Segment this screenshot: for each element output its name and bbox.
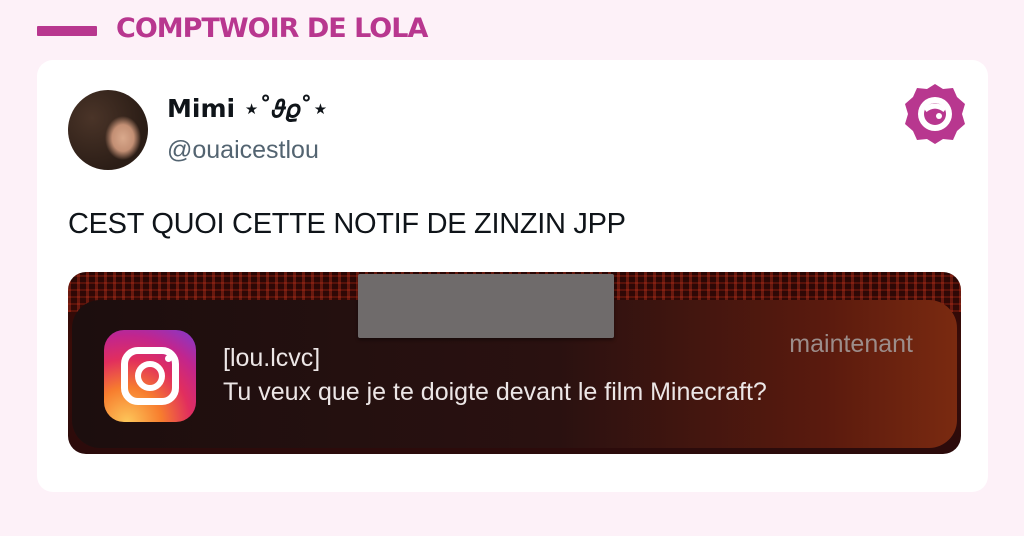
tweet-media-image[interactable]: [lou.lcvc] maintenant Tu veux que je te …: [68, 272, 961, 454]
tweet-card: Mimi ⋆˚𝜗𝜚˚⋆ @ouaicestlou CEST QUOI CETTE…: [37, 60, 988, 492]
tweet-text: CEST QUOI CETTE NOTIF DE ZINZIN JPP: [68, 208, 626, 240]
brand-bar: [37, 26, 97, 36]
notification-time: maintenant: [789, 330, 913, 358]
display-name[interactable]: Mimi ⋆˚𝜗𝜚˚⋆: [167, 94, 328, 124]
comptwoir-logo-icon: [905, 84, 965, 144]
brand-name: COMPTWOIR DE LOLA: [116, 13, 428, 44]
avatar[interactable]: [68, 90, 148, 170]
instagram-icon: [104, 330, 196, 422]
notification-sender: [lou.lcvc]: [223, 344, 321, 372]
redaction-box: [358, 274, 614, 338]
notification-body: Tu veux que je te doigte devant le film …: [223, 378, 767, 406]
user-handle[interactable]: @ouaicestlou: [167, 136, 319, 165]
